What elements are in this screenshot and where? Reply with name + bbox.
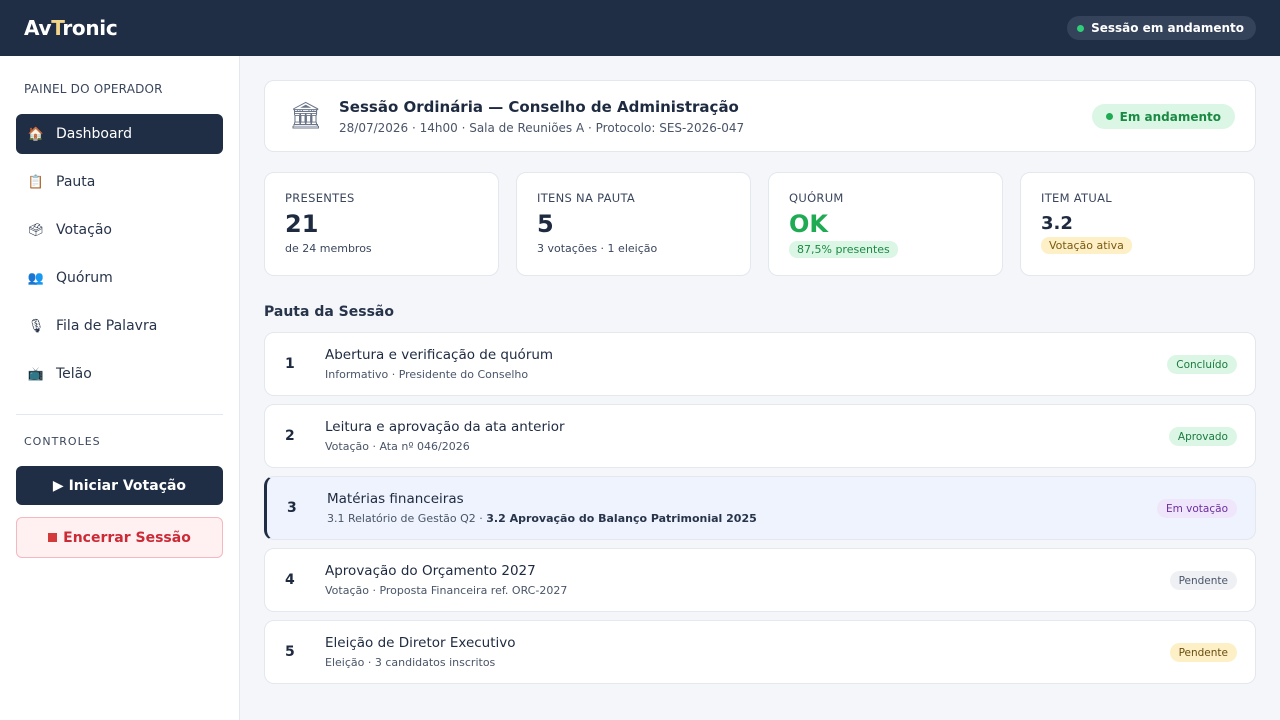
sidebar-item-pauta[interactable]: 📋 Pauta [16, 162, 223, 202]
status-badge: Em votação [1156, 499, 1237, 518]
agenda-item[interactable]: 4 Aprovação do Orçamento 2027 Votação · … [264, 548, 1256, 612]
stat-presentes: PRESENTES 21 de 24 membros [264, 172, 499, 276]
bank-building-icon: 🏛 [289, 101, 323, 131]
agenda-item-subtitle: Votação · Ata nº 046/2026 [325, 440, 470, 453]
agenda-item-title: Matérias financeiras [327, 491, 464, 507]
agenda-number: 2 [285, 428, 295, 444]
sidebar-item-telao[interactable]: 📺 Telão [16, 354, 223, 394]
status-dot-icon [1077, 24, 1085, 32]
agenda-item-title: Abertura e verificação de quórum [325, 347, 554, 363]
status-badge: Concluído [1167, 355, 1237, 374]
agenda-number: 4 [285, 572, 295, 588]
start-vote-button[interactable]: ▶ Iniciar Votação [16, 466, 223, 505]
session-status-label: Em andamento [1119, 109, 1221, 124]
agenda-title: Pauta da Sessão [264, 304, 394, 320]
sidebar-item-label: Votação [56, 222, 112, 238]
subitem-previous: 3.1 Relatório de Gestão Q2 · [327, 512, 487, 525]
stat-value: OK [789, 210, 828, 238]
status-badge: Aprovado [1168, 427, 1237, 446]
agenda-item-subtitle: 3.1 Relatório de Gestão Q2 · 3.2 Aprovaç… [327, 512, 757, 525]
stat-quorum: QUÓRUM OK 87,5% presentes [768, 172, 1003, 276]
sidebar-title: PAINEL DO OPERADOR [24, 82, 163, 96]
stop-square-icon [48, 533, 58, 542]
agenda-item-title: Leitura e aprovação da ata anterior [325, 419, 565, 435]
active-vote-chip: Votação ativa [1041, 237, 1132, 254]
ballot-box-icon: 🗳 [27, 222, 45, 238]
session-header-card: 🏛 Sessão Ordinária — Conselho de Adminis… [264, 80, 1256, 152]
microphone-icon: 🎙 [27, 318, 45, 334]
session-title: Sessão Ordinária — Conselho de Administr… [339, 97, 739, 116]
agenda-item[interactable]: 5 Eleição de Diretor Executivo Eleição ·… [264, 620, 1256, 684]
session-status-pill: Sessão em andamento [1067, 16, 1256, 40]
session-status-badge: Em andamento [1091, 104, 1235, 129]
end-session-label: Encerrar Sessão [63, 529, 191, 546]
agenda-item-title: Aprovação do Orçamento 2027 [325, 563, 536, 579]
stat-sub: de 24 membros [285, 242, 372, 255]
sidebar-item-quorum[interactable]: 👥 Quórum [16, 258, 223, 298]
agenda-item-subtitle: Eleição · 3 candidatos inscritos [325, 656, 496, 669]
status-dot-icon [1105, 113, 1113, 120]
sidebar-item-votacao[interactable]: 🗳 Votação [16, 210, 223, 250]
sidebar-divider [16, 414, 223, 415]
stat-label: PRESENTES [285, 191, 355, 205]
top-bar: AvTronic Sessão em andamento [0, 0, 1280, 56]
session-status-text: Sessão em andamento [1091, 21, 1244, 35]
stat-itens-pauta: ITENS NA PAUTA 5 3 votações · 1 eleição [516, 172, 751, 276]
agenda-number: 1 [285, 356, 295, 372]
stat-value: 3.2 [1041, 213, 1073, 234]
sidebar-item-label: Dashboard [56, 126, 132, 142]
stat-label: QUÓRUM [789, 191, 844, 205]
agenda-item-active[interactable]: 3 Matérias financeiras 3.1 Relatório de … [264, 476, 1256, 540]
stat-item-atual: ITEM ATUAL 3.2 Votação ativa [1020, 172, 1255, 276]
status-badge: Pendente [1169, 571, 1237, 590]
tv-icon: 📺 [27, 366, 45, 382]
stat-sub: 3 votações · 1 eleição [537, 242, 658, 255]
main-content: 🏛 Sessão Ordinária — Conselho de Adminis… [264, 80, 1256, 692]
agenda-item-title: Eleição de Diretor Executivo [325, 635, 516, 651]
end-session-button[interactable]: Encerrar Sessão [16, 517, 223, 558]
quorum-percent-chip: 87,5% presentes [789, 241, 898, 258]
status-badge: Pendente [1169, 643, 1237, 662]
sidebar-item-label: Quórum [56, 270, 113, 286]
sidebar-item-fila-de-palavra[interactable]: 🎙 Fila de Palavra [16, 306, 223, 346]
agenda-item[interactable]: 1 Abertura e verificação de quórum Infor… [264, 332, 1256, 396]
controls-title: CONTROLES [24, 435, 101, 448]
agenda-item-subtitle: Votação · Proposta Financeira ref. ORC-2… [325, 584, 568, 597]
sidebar: PAINEL DO OPERADOR 🏠 Dashboard 📋 Pauta 🗳… [0, 56, 240, 720]
agenda-number: 5 [285, 644, 295, 660]
house-icon: 🏠 [27, 126, 45, 142]
stat-label: ITENS NA PAUTA [537, 191, 636, 205]
app-logo[interactable]: AvTronic [24, 16, 118, 40]
agenda-number: 3 [287, 500, 297, 516]
clipboard-icon: 📋 [27, 174, 45, 190]
sidebar-item-label: Fila de Palavra [56, 318, 158, 334]
stat-label: ITEM ATUAL [1041, 191, 1112, 205]
stat-value: 5 [537, 210, 554, 238]
subitem-current: 3.2 Aprovação do Balanço Patrimonial 202… [486, 512, 757, 525]
session-subtitle: 28/07/2026 · 14h00 · Sala de Reuniões A … [339, 120, 745, 135]
sidebar-item-label: Pauta [56, 174, 96, 190]
sidebar-item-label: Telão [56, 366, 92, 382]
sidebar-item-dashboard[interactable]: 🏠 Dashboard [16, 114, 223, 154]
stats-row: PRESENTES 21 de 24 membros ITENS NA PAUT… [264, 172, 1256, 276]
agenda-item-subtitle: Informativo · Presidente do Conselho [325, 368, 529, 381]
agenda-item[interactable]: 2 Leitura e aprovação da ata anterior Vo… [264, 404, 1256, 468]
people-icon: 👥 [27, 270, 45, 286]
stat-value: 21 [285, 210, 319, 238]
